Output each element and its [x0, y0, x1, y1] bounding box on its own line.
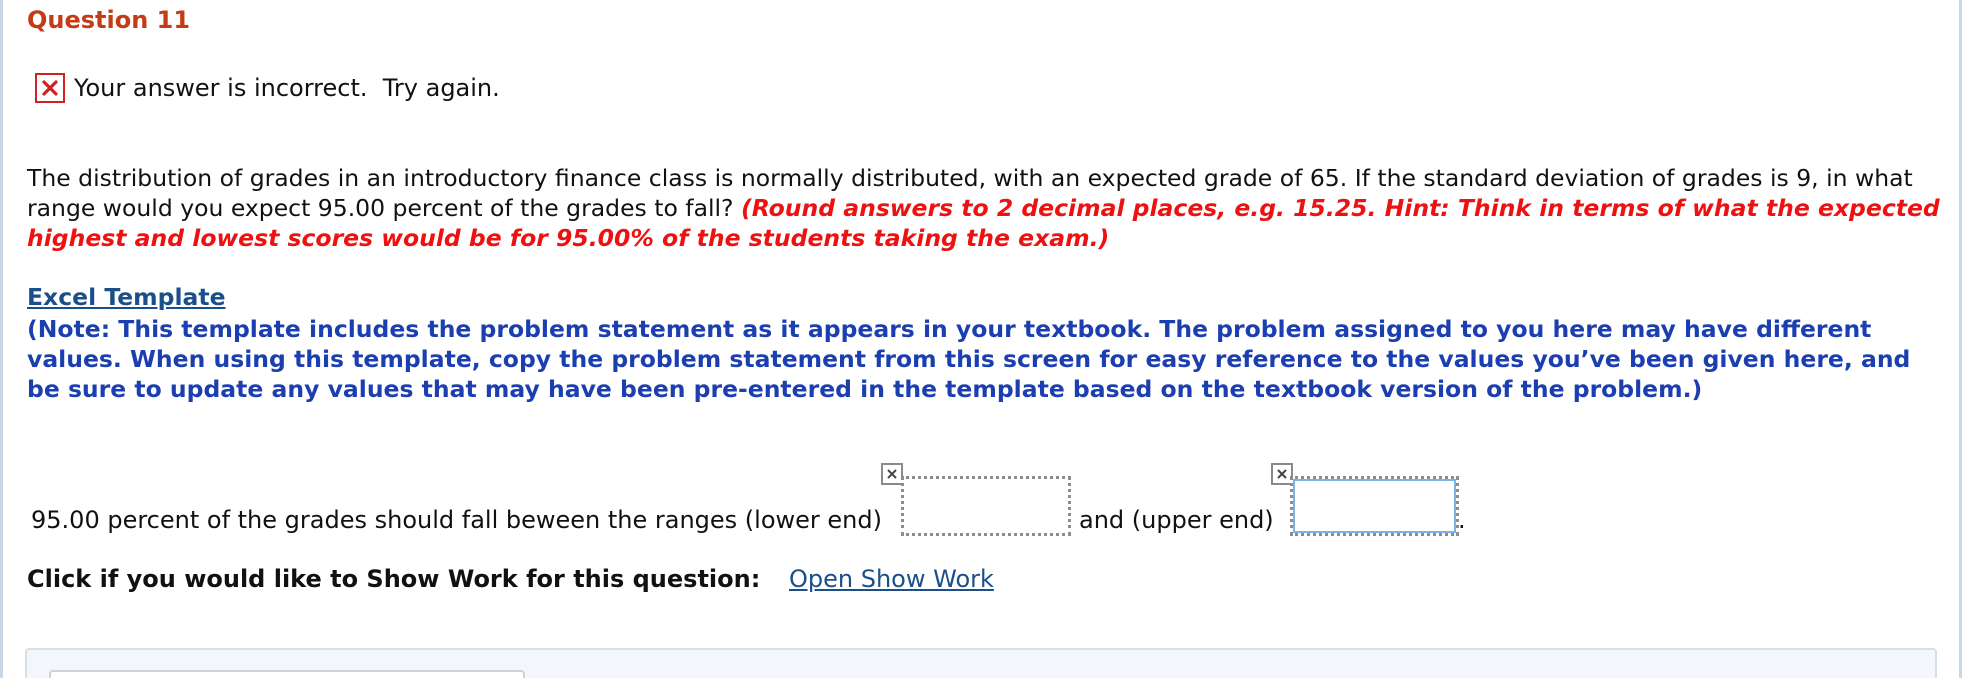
- panel-inner-box[interactable]: [49, 670, 525, 678]
- problem-statement: The distribution of grades in an introdu…: [27, 163, 1947, 253]
- answer-period: .: [1458, 506, 1466, 534]
- show-work-label: Click if you would like to Show Work for…: [27, 565, 761, 593]
- upper-end-label: and (upper end): [1079, 506, 1274, 534]
- incorrect-x-icon: [35, 73, 65, 103]
- lower-end-input[interactable]: [901, 476, 1071, 536]
- template-note: (Note: This template includes the proble…: [27, 315, 1911, 403]
- clear-lower-x-icon[interactable]: [881, 463, 903, 485]
- question-page: Question 11 Your answer is incorrect. Tr…: [0, 0, 1962, 678]
- excel-template-link[interactable]: Excel Template: [27, 283, 226, 311]
- upper-end-input[interactable]: [1290, 476, 1459, 536]
- feedback-text: Your answer is incorrect. Try again.: [74, 74, 500, 102]
- question-title: Question 11: [27, 6, 191, 34]
- show-work-panel: [25, 648, 1937, 678]
- answer-prompt: 95.00 percent of the grades should fall …: [31, 506, 882, 534]
- feedback-message-row: Your answer is incorrect. Try again.: [35, 73, 500, 103]
- open-show-work-link[interactable]: Open Show Work: [789, 565, 994, 593]
